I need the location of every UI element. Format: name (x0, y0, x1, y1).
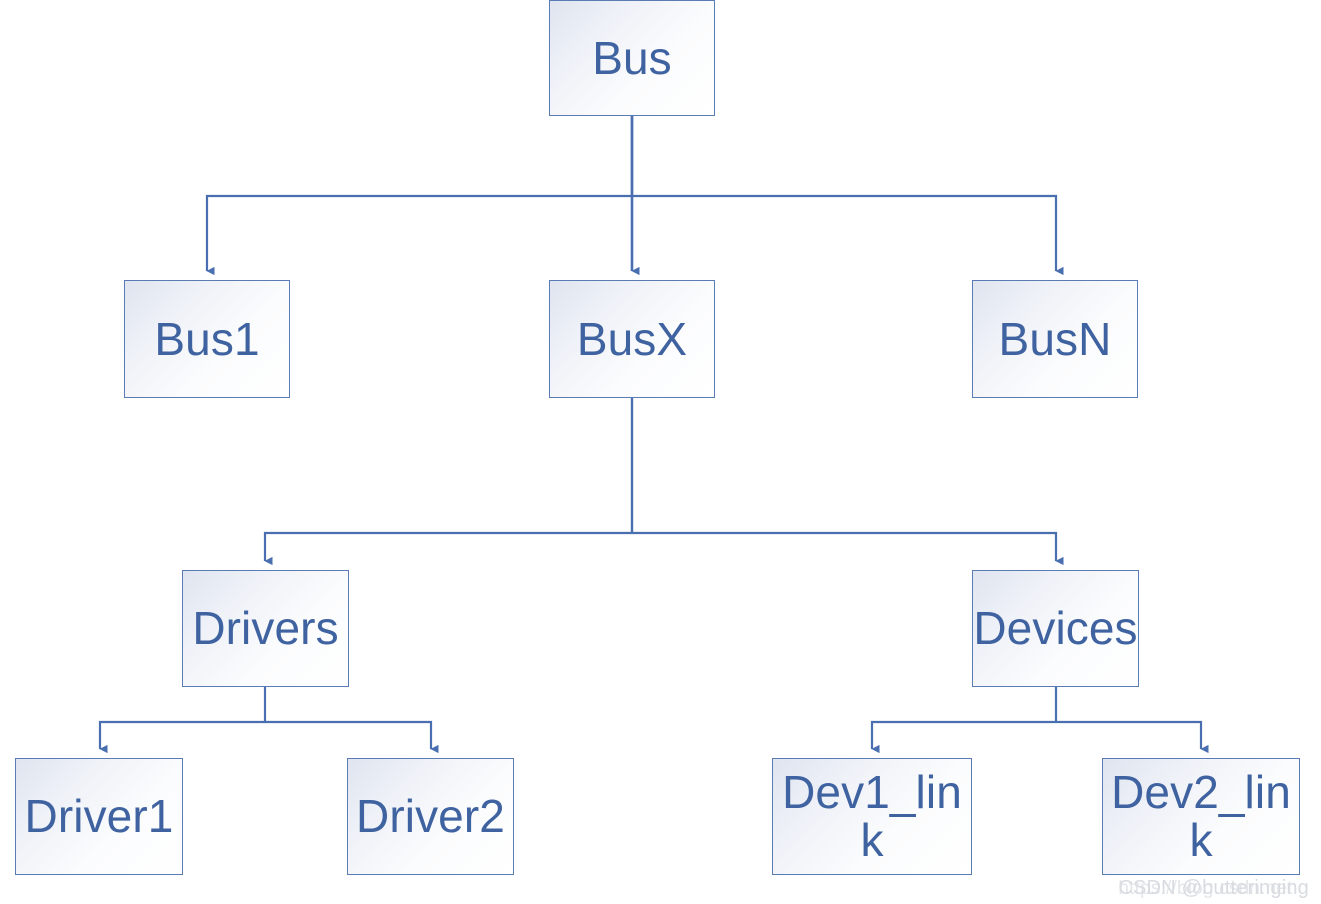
edge-drivers-to-driver2 (265, 720, 439, 754)
edge-devices-to-dev1-link (870, 720, 1056, 754)
edge-bus-to-busn (630, 116, 1064, 276)
node-busx[interactable]: BusX (549, 280, 715, 398)
node-label-driver1: Driver1 (24, 790, 174, 843)
node-driver2[interactable]: Driver2 (347, 758, 514, 875)
node-dev2_link[interactable]: Dev2_link (1102, 758, 1300, 875)
node-label-driver2: Driver2 (356, 790, 505, 843)
node-label-bus1: Bus1 (154, 312, 260, 365)
node-bus1[interactable]: Bus1 (124, 280, 290, 398)
watermark: https://blog.csdn.net CSDN @butteringing (1118, 877, 1309, 900)
node-busn[interactable]: BusN (972, 280, 1138, 398)
node-dev1_link[interactable]: Dev1_link (772, 758, 972, 875)
watermark-text: CSDN @butteringing (1118, 877, 1309, 899)
node-label-devices: Devices (973, 602, 1138, 655)
node-label-bus: Bus (592, 31, 672, 84)
edge-devices-to-dev2-link (1056, 720, 1209, 754)
node-label-drivers: Drivers (192, 602, 339, 655)
edge-busx-to-drivers (263, 531, 632, 566)
node-driver1[interactable]: Driver1 (15, 758, 183, 875)
node-label-dev1_link: Dev1_link (782, 765, 962, 866)
edge-drivers-to-driver1 (98, 720, 265, 754)
node-bus[interactable]: Bus (549, 0, 715, 116)
edge-busx-to-devices (632, 531, 1064, 566)
node-devices[interactable]: Devices (972, 570, 1139, 687)
node-label-dev2_link: Dev2_link (1111, 765, 1291, 866)
node-label-busn: BusN (998, 312, 1112, 365)
node-label-busx: BusX (576, 312, 688, 365)
edge-bus-to-bus1 (205, 116, 634, 276)
node-drivers[interactable]: Drivers (182, 570, 349, 687)
diagram-canvas: Bus Bus1 BusX BusN Drivers Devices Driver1 Driv… (0, 0, 1321, 904)
